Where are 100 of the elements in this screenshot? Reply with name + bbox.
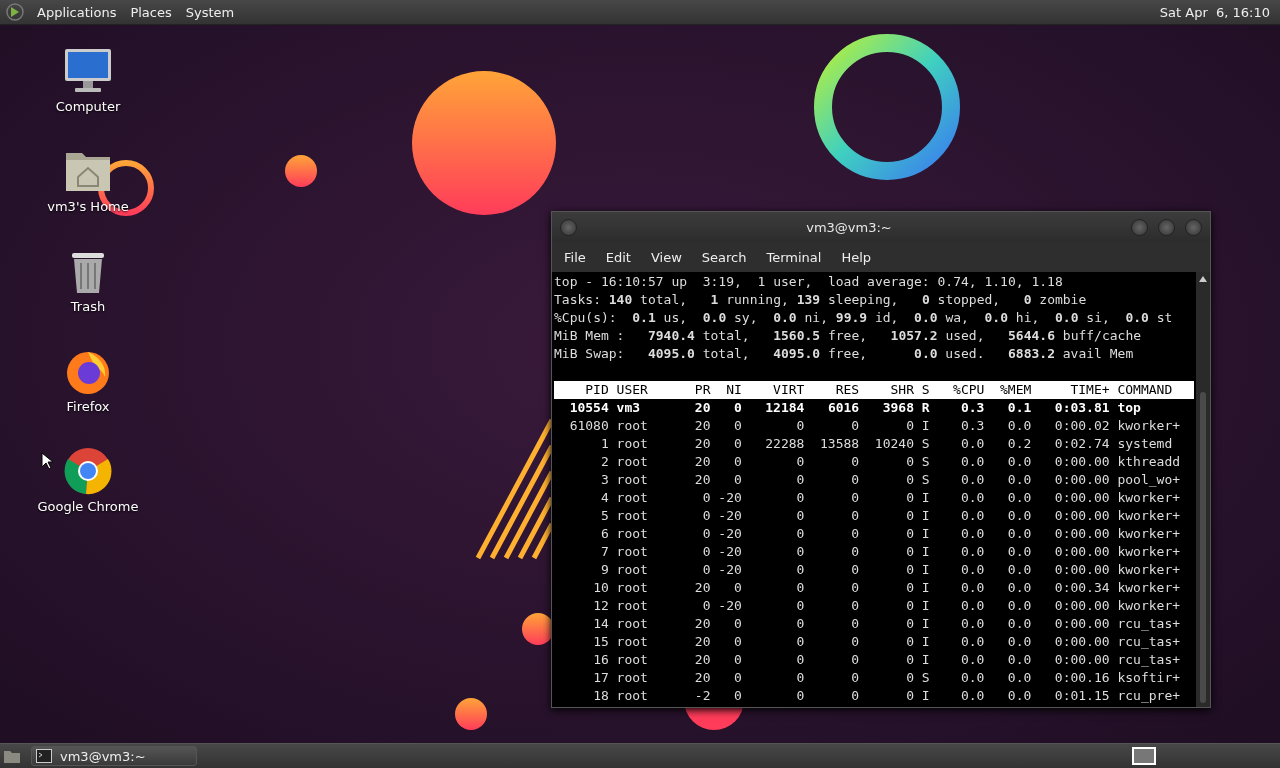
table-cell-text: 0: [732, 615, 742, 633]
table-cell-text: 6016: [826, 399, 860, 417]
table-cell-text: 0: [905, 651, 914, 669]
column-header: PR: [693, 381, 711, 399]
table-cell-text: 0:01.15: [1053, 687, 1110, 705]
scroll-up-icon[interactable]: [1198, 275, 1208, 283]
minimize-button[interactable]: [1131, 218, 1148, 236]
table-cell-text: I: [920, 687, 930, 705]
panel-menu[interactable]: Applications: [30, 4, 124, 20]
menu-item[interactable]: Edit: [595, 249, 641, 265]
column-header: S: [920, 381, 930, 399]
table-cell-text: 0:02.74: [1053, 435, 1110, 453]
table-cell-text: 0: [732, 687, 742, 705]
table-cell-text: I: [920, 543, 930, 561]
table-cell-text: root: [615, 651, 649, 669]
table-cell-text: 0:00.02: [1053, 417, 1110, 435]
wallpaper-circle: [455, 698, 487, 730]
table-cell-text: 0: [905, 669, 914, 687]
table-cell-text: 0: [795, 579, 805, 597]
workspace-switcher[interactable]: [1132, 747, 1156, 765]
menu-item[interactable]: Search: [691, 249, 757, 265]
table-cell-text: 9: [599, 561, 609, 579]
window-menu-button[interactable]: [560, 218, 577, 236]
table-cell-text: 0.0: [959, 453, 985, 471]
table-cell-text: 0: [732, 471, 742, 489]
table-cell-text: root: [615, 561, 649, 579]
table-cell-text: 0.0: [959, 525, 985, 543]
table-cell-text: 0: [850, 633, 860, 651]
table-cell-text: 0: [701, 489, 711, 507]
taskbar-button[interactable]: vm3@vm3:~: [31, 746, 197, 766]
table-cell-text: 10554: [568, 399, 609, 417]
table-cell-text: 0: [850, 471, 860, 489]
table-cell-text: 0: [732, 669, 742, 687]
menu-item[interactable]: Terminal: [756, 249, 832, 265]
table-cell-text: 0.0: [1006, 543, 1032, 561]
table-cell-text: 0.0: [959, 687, 985, 705]
table-cell-text: -20: [717, 561, 742, 579]
table-cell-text: 0: [732, 399, 742, 417]
table-cell-text: ksoftir+: [1116, 669, 1181, 687]
table-cell-text: 0: [795, 417, 805, 435]
table-cell-text: root: [615, 669, 649, 687]
table-cell-text: pool_wo+: [1116, 471, 1181, 489]
table-cell-text: 0: [850, 615, 860, 633]
table-cell-text: 0:00.00: [1053, 507, 1110, 525]
table-cell-text: 18: [592, 687, 609, 705]
table-cell-text: 12184: [764, 399, 805, 417]
wallpaper-circle: [522, 613, 554, 645]
panel-menu[interactable]: Places: [123, 4, 179, 20]
table-cell-text: 0:00.34: [1053, 579, 1110, 597]
menu-item[interactable]: File: [554, 249, 596, 265]
table-cell-text: 0.0: [1006, 525, 1032, 543]
clock[interactable]: Sat Apr 6, 16:10: [1159, 4, 1280, 20]
table-cell-text: 0: [732, 435, 742, 453]
maximize-button[interactable]: [1158, 218, 1175, 236]
table-cell-text: 0.0: [959, 615, 985, 633]
table-cell-text: root: [615, 453, 649, 471]
close-button[interactable]: [1185, 218, 1202, 236]
table-cell-text: 0: [795, 543, 805, 561]
menu-item[interactable]: Help: [831, 249, 882, 265]
table-cell-text: root: [615, 543, 649, 561]
table-cell-text: -20: [717, 489, 742, 507]
table-cell-text: 0: [732, 651, 742, 669]
table-cell-text: 3: [599, 471, 609, 489]
table-cell-text: 0: [905, 507, 914, 525]
terminal-line: MiB Swap: 4095.0 total, 4095.0 free, 0.0 used. 6883.2 avail Mem: [554, 345, 1135, 363]
table-cell-text: 0.0: [959, 561, 985, 579]
scrollbar[interactable]: [1196, 272, 1210, 707]
menu-item[interactable]: View: [640, 249, 692, 265]
table-cell-text: 61080: [568, 417, 609, 435]
table-cell-text: 20: [693, 453, 711, 471]
table-cell-text: 0: [850, 669, 860, 687]
column-header: USER: [615, 381, 649, 399]
table-cell-text: 20: [693, 417, 711, 435]
panel-menu[interactable]: System: [178, 4, 242, 20]
terminal-line: MiB Mem : 7940.4 total, 1560.5 free, 1057.2 used, 5644.6 buff/cache: [554, 327, 1143, 345]
table-cell-text: 0: [795, 489, 805, 507]
table-cell-text: 0.0: [1006, 489, 1032, 507]
column-header: NI: [725, 381, 742, 399]
table-cell-text: S: [920, 453, 930, 471]
table-cell-text: -20: [717, 597, 742, 615]
table-cell-text: 0: [795, 669, 805, 687]
table-cell-text: 10: [592, 579, 609, 597]
table-cell-text: 20: [693, 633, 711, 651]
table-cell-text: 0: [732, 633, 742, 651]
table-cell-text: 0: [795, 633, 805, 651]
table-cell-text: kworker+: [1116, 489, 1181, 507]
table-cell-text: 0.0: [1006, 561, 1032, 579]
table-cell-text: S: [920, 435, 930, 453]
table-cell-text: 0.3: [959, 417, 985, 435]
table-cell-text: rcu_tas+: [1116, 633, 1181, 651]
table-cell-text: 0: [850, 525, 860, 543]
table-cell-text: 0.0: [1006, 651, 1032, 669]
table-cell-text: 2: [599, 453, 609, 471]
show-desktop-icon[interactable]: [3, 748, 21, 764]
logo-icon[interactable]: [6, 3, 24, 21]
table-cell-text: 0: [795, 507, 805, 525]
table-cell-text: 0: [850, 597, 860, 615]
table-cell-text: 1: [599, 435, 609, 453]
table-cell-text: rcu_tas+: [1116, 651, 1181, 669]
table-cell-text: 0:00.00: [1053, 453, 1110, 471]
